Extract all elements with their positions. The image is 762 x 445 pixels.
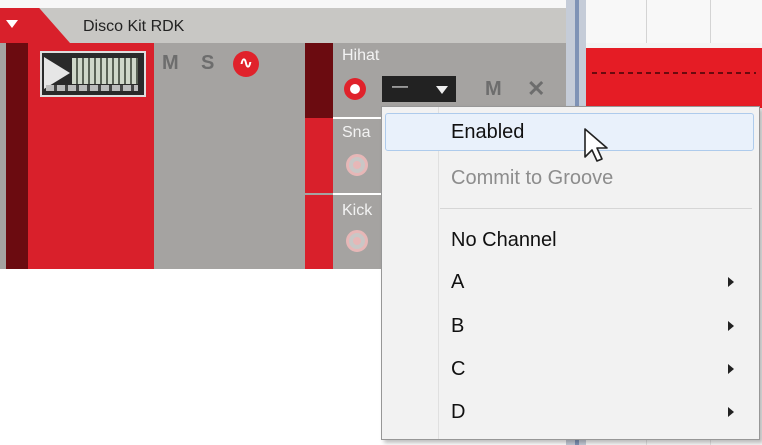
hihat-record-button[interactable] xyxy=(344,78,366,100)
device-left-edge xyxy=(6,43,28,269)
menu-item-enabled[interactable]: Enabled xyxy=(385,113,754,151)
menu-item-label: Commit to Groove xyxy=(451,167,614,189)
pad-name-hihat: Hihat xyxy=(342,47,380,64)
menu-separator xyxy=(440,208,752,209)
pad-name-kick: Kick xyxy=(342,202,373,219)
menu-item-d[interactable]: D xyxy=(385,393,754,431)
hihat-lane-strip xyxy=(305,43,333,118)
hihat-channel-value: — xyxy=(392,78,408,95)
menu-item-no-channel[interactable]: No Channel xyxy=(385,221,754,259)
menu-item-b[interactable]: B xyxy=(385,307,754,345)
chevron-down-icon xyxy=(436,86,448,94)
rack-device-icon[interactable] xyxy=(40,51,146,97)
hihat-channel-dropdown[interactable]: — xyxy=(382,76,456,102)
submenu-arrow-icon xyxy=(728,321,734,331)
device-solo-button[interactable]: S xyxy=(201,52,214,75)
menu-item-commit-to-groove[interactable]: Commit to Groove xyxy=(385,159,754,197)
menu-item-c[interactable]: C xyxy=(385,350,754,388)
menu-item-label: B xyxy=(451,315,465,337)
submenu-arrow-icon xyxy=(728,277,734,287)
kick-record-button[interactable] xyxy=(346,230,368,252)
waveform-icon[interactable]: ∿ xyxy=(233,51,259,77)
menu-item-label: D xyxy=(451,401,466,423)
mouse-cursor-icon xyxy=(584,128,608,162)
menu-item-label: A xyxy=(451,271,465,293)
hihat-mute-button[interactable]: M xyxy=(485,78,502,101)
hihat-remove-button[interactable]: ✕ xyxy=(527,76,545,102)
menu-item-label: No Channel xyxy=(451,229,557,251)
snare-lane-strip xyxy=(305,118,333,193)
snare-record-button[interactable] xyxy=(346,154,368,176)
menu-item-label: Enabled xyxy=(451,121,525,143)
clip-notes xyxy=(592,72,756,74)
submenu-arrow-icon xyxy=(728,407,734,417)
kick-lane-strip xyxy=(305,195,333,269)
pad-name-snare: Sna xyxy=(342,124,371,141)
collapse-triangle-icon[interactable] xyxy=(6,20,18,28)
timeline-ruler[interactable] xyxy=(586,0,762,43)
submenu-arrow-icon xyxy=(728,364,734,374)
menu-item-label: C xyxy=(451,358,466,380)
device-title: Disco Kit RDK xyxy=(83,18,185,35)
context-menu: Enabled Commit to Groove No Channel A B … xyxy=(381,106,760,440)
menu-item-a[interactable]: A xyxy=(385,263,754,301)
device-mute-button[interactable]: M xyxy=(162,52,179,75)
hihat-clip[interactable] xyxy=(586,48,762,108)
